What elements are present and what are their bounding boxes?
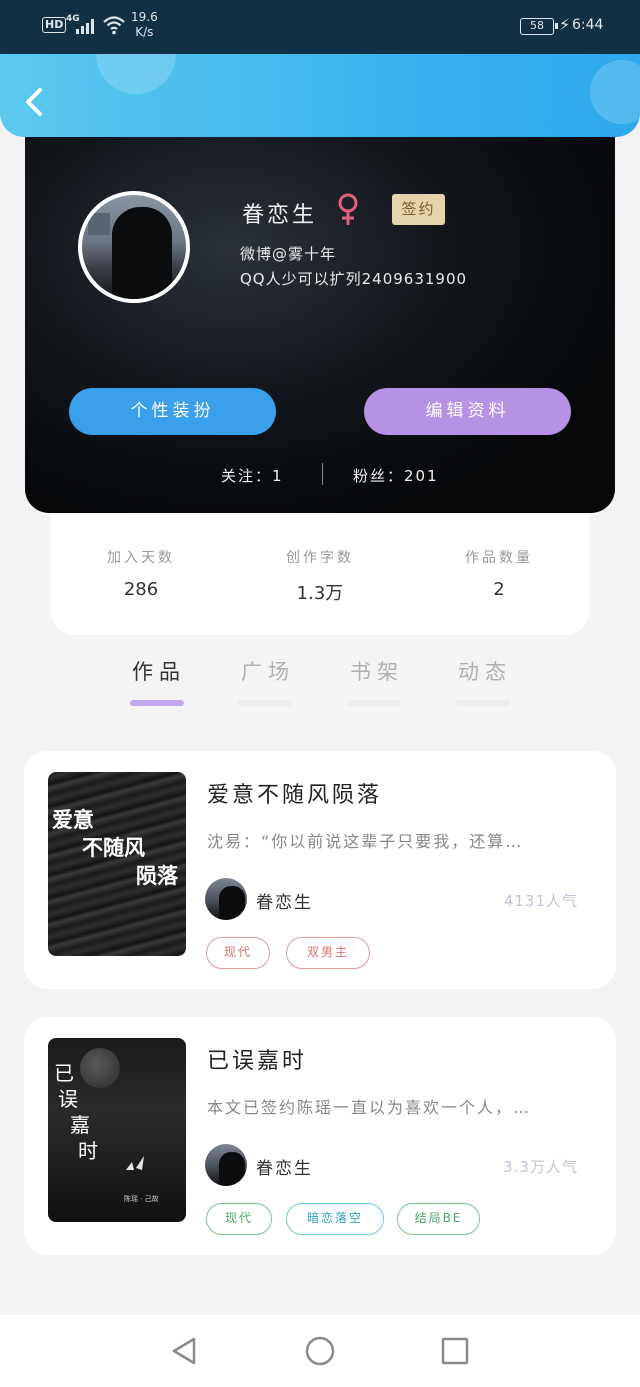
author-name: 眷恋生 (256, 1159, 313, 1179)
bio-line-1: 微博@雾十年 (240, 245, 337, 263)
stat-join-days: 加入天数 286 (71, 547, 211, 600)
speed-value: 19.6 (131, 10, 158, 24)
clock: 6:44 (572, 17, 604, 33)
battery-icon: 58 (520, 18, 558, 35)
cover-title-line: 不随风 (82, 836, 145, 860)
triangle-back-icon[interactable] (166, 1333, 202, 1369)
system-nav-bar (0, 1315, 640, 1387)
cover-char: 时 (78, 1139, 98, 1163)
stat-value: 1.3万 (296, 583, 344, 604)
work-title[interactable]: 已误嘉时 (207, 1043, 307, 1075)
speed-unit: K/s (135, 25, 154, 39)
works-list: 爱意 不随风 陨落 爱意不随风陨落 沈易：“你以前说这辈子只要我，还算… 眷恋生… (0, 722, 640, 1315)
network-speed: 19.6 K/s (131, 10, 158, 40)
charging-icon: ⚡ (559, 15, 571, 34)
work-card[interactable]: 爱意 不随风 陨落 爱意不随风陨落 沈易：“你以前说这辈子只要我，还算… 眷恋生… (24, 751, 616, 989)
popularity-count: 4131人气 (503, 892, 578, 910)
butterfly-icon (126, 1156, 144, 1170)
circle-home-icon[interactable] (302, 1333, 338, 1369)
divider (322, 463, 323, 485)
tag-chip[interactable]: 结局BE (397, 1203, 480, 1235)
chevron-left-icon[interactable] (20, 84, 50, 120)
decor-bubble (96, 54, 176, 94)
square-recents-icon[interactable] (437, 1333, 473, 1369)
stat-word-count: 创作字数 1.3万 (250, 547, 390, 605)
stat-label: 作品数量 (465, 550, 533, 566)
work-title[interactable]: 爱意不随风陨落 (207, 777, 382, 809)
author-name: 眷恋生 (256, 893, 313, 913)
tab-bookshelf[interactable]: 书架 (350, 656, 404, 686)
work-description: 沈易：“你以前说这辈子只要我，还算… (207, 832, 524, 851)
book-cover[interactable]: 爱意 不随风 陨落 (48, 772, 186, 956)
stat-value: 2 (493, 579, 505, 600)
stat-label: 创作字数 (286, 550, 354, 566)
popularity-count: 3.3万人气 (503, 1158, 578, 1176)
wifi-icon (103, 16, 125, 35)
tab-square[interactable]: 广场 (241, 656, 295, 686)
profile-card: 眷恋生 签约 微博@雾十年 QQ人少可以扩列2409631900 个性装扮 编辑… (25, 137, 615, 513)
user-name: 眷恋生 (242, 203, 318, 228)
stats-card: 加入天数 286 创作字数 1.3万 作品数量 2 (51, 513, 589, 635)
cover-title-line: 爱意 (52, 808, 94, 832)
tag-chip[interactable]: 现代 (206, 937, 270, 969)
work-card[interactable]: 已 误 嘉 时 陈瑶 · 己故 已误嘉时 本文已签约陈瑶一直以为喜欢一个人，… … (24, 1017, 616, 1255)
bio-line-2: QQ人少可以扩列2409631900 (240, 270, 468, 288)
status-bar: HD 4G 19.6 K/s 58 ⚡ 6:44 (0, 0, 640, 54)
avatar[interactable] (78, 191, 190, 303)
tab-indicator (347, 700, 401, 706)
tag-chip[interactable]: 暗恋落空 (286, 1203, 384, 1235)
stat-label: 加入天数 (107, 550, 175, 566)
tag-chip[interactable]: 现代 (206, 1203, 272, 1235)
cover-caption: 陈瑶 · 己故 (124, 1195, 159, 1203)
author-avatar (205, 878, 247, 920)
fans-count[interactable]: 粉丝：201 (353, 465, 439, 486)
following-count[interactable]: 关注：1 (221, 465, 284, 486)
signed-badge: 签约 (392, 194, 445, 225)
female-icon (338, 193, 358, 225)
book-cover[interactable]: 已 误 嘉 时 陈瑶 · 己故 (48, 1038, 186, 1222)
work-description: 本文已签约陈瑶一直以为喜欢一个人，… (207, 1098, 532, 1117)
tab-works[interactable]: 作品 (132, 656, 186, 686)
tag-chip[interactable]: 双男主 (286, 937, 370, 969)
personalize-button[interactable]: 个性装扮 (69, 388, 276, 435)
signal-icon (76, 18, 98, 34)
tab-activity[interactable]: 动态 (458, 656, 512, 686)
hd-indicator: HD (42, 17, 67, 33)
author-avatar (205, 1144, 247, 1186)
moon-decor (80, 1048, 120, 1088)
cover-title-line: 陨落 (136, 864, 178, 888)
stat-work-count: 作品数量 2 (429, 547, 569, 600)
decor-bubble (590, 60, 640, 124)
header-bar (0, 54, 640, 137)
edit-profile-button[interactable]: 编辑资料 (364, 388, 571, 435)
tab-indicator (238, 700, 292, 706)
stat-value: 286 (123, 579, 159, 600)
tab-indicator-active (130, 700, 184, 706)
tab-indicator (456, 700, 510, 706)
